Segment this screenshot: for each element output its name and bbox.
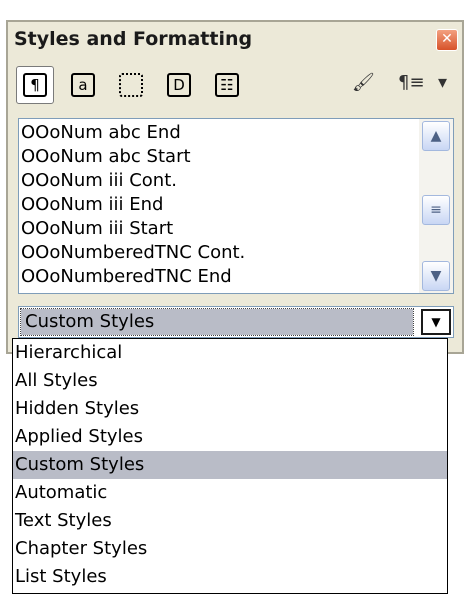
style-filter-value: Custom Styles [20, 308, 414, 336]
dropdown-option[interactable]: Hidden Styles [13, 395, 447, 423]
list-styles-icon: ☷ [215, 73, 239, 97]
style-filter-dropdown-button[interactable]: ▼ [421, 309, 451, 335]
list-item[interactable]: OOoNum iii Cont. [21, 169, 421, 193]
list-item[interactable]: OOoNum iii Start [21, 217, 421, 241]
scroll-up-button[interactable]: ▲ [422, 121, 450, 151]
style-filter-dropdown-list[interactable]: Hierarchical All Styles Hidden Styles Ap… [12, 338, 448, 594]
fill-format-mode-icon[interactable]: 🖌 [352, 72, 375, 93]
paragraph-styles-icon: ¶ [23, 73, 47, 97]
chevron-down-icon: ▼ [431, 315, 441, 329]
dropdown-option-selected[interactable]: Custom Styles [13, 451, 447, 479]
dropdown-option[interactable]: Automatic [13, 479, 447, 507]
page-styles-icon: D [167, 73, 191, 97]
dropdown-option[interactable]: List Styles [13, 563, 447, 591]
list-item[interactable]: OOoNum abc End [21, 121, 421, 145]
new-style-from-selection-icon[interactable]: ¶≡ [398, 72, 425, 93]
style-list-scrollbar[interactable]: ▲ ≡ ▼ [419, 119, 453, 293]
style-category-toolbar: ¶ a D ☷ 🖌 ¶≡ ▾ [8, 66, 462, 112]
dropdown-option[interactable]: All Styles [13, 367, 447, 395]
page-styles-button[interactable]: D [160, 66, 198, 104]
character-styles-icon: a [71, 73, 95, 97]
list-item[interactable]: OOoNumberedTNC Cont. [21, 241, 421, 265]
scrollbar-thumb[interactable]: ≡ [422, 195, 450, 225]
close-icon: ✕ [441, 31, 453, 47]
panel-titlebar: Styles and Formatting ✕ [8, 22, 462, 60]
frame-styles-button[interactable] [112, 66, 150, 104]
list-item[interactable]: OOoNum iii End [21, 193, 421, 217]
list-styles-button[interactable]: ☷ [208, 66, 246, 104]
character-styles-button[interactable]: a [64, 66, 102, 104]
style-list-items: OOoNum abc End OOoNum abc Start OOoNum i… [21, 121, 421, 289]
chevron-down-icon[interactable]: ▾ [438, 72, 447, 93]
panel-title: Styles and Formatting [14, 28, 253, 50]
list-item[interactable]: OOoNum abc Start [21, 145, 421, 169]
list-item[interactable]: OOoNumberedTNC End [21, 265, 421, 289]
chevron-up-icon: ▲ [430, 128, 442, 144]
dropdown-option[interactable]: Applied Styles [13, 423, 447, 451]
style-filter-select[interactable]: Custom Styles ▼ [18, 306, 454, 338]
scroll-down-button[interactable]: ▼ [422, 261, 450, 291]
dropdown-option[interactable]: Text Styles [13, 507, 447, 535]
dropdown-option[interactable]: Hierarchical [13, 339, 447, 367]
style-list[interactable]: OOoNum abc End OOoNum abc Start OOoNum i… [18, 118, 454, 294]
paragraph-styles-button[interactable]: ¶ [16, 66, 54, 104]
dropdown-option[interactable]: Chapter Styles [13, 535, 447, 563]
frame-styles-icon [119, 73, 143, 97]
chevron-down-icon: ▼ [430, 268, 442, 284]
close-button[interactable]: ✕ [436, 29, 458, 51]
grip-icon: ≡ [430, 202, 442, 218]
styles-and-formatting-panel: Styles and Formatting ✕ ¶ a D ☷ 🖌 ¶≡ ▾ O… [6, 20, 464, 354]
